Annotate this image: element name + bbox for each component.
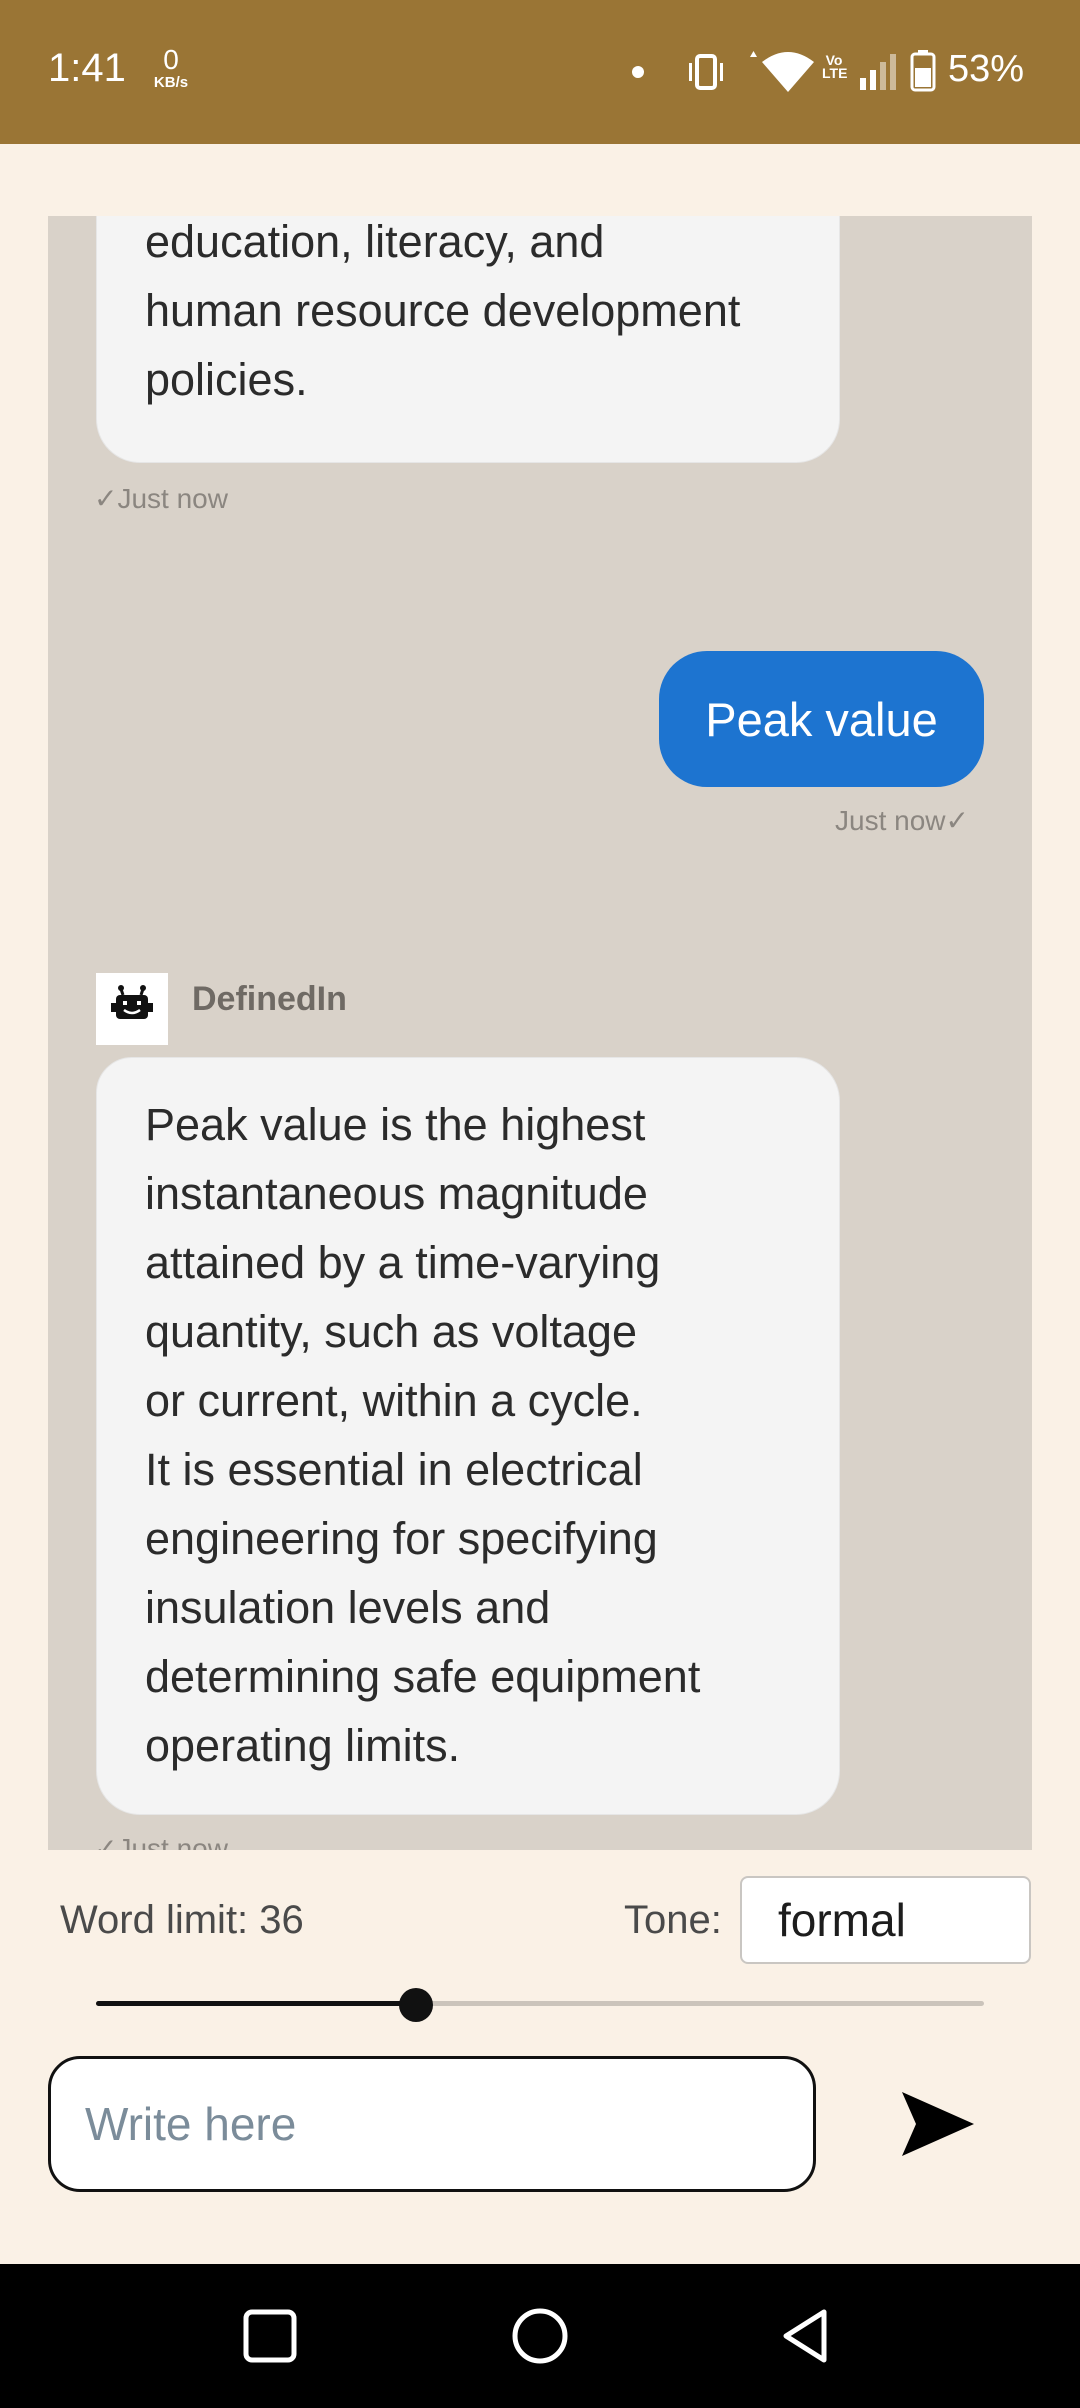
message-line: determining safe equipment [145, 1651, 701, 1702]
network-speed-unit: KB/s [153, 74, 189, 91]
square-icon[interactable] [238, 2304, 302, 2368]
slider-thumb[interactable] [398, 1988, 433, 2022]
status-time: 1:41 [48, 46, 126, 90]
user-message-bubble: Peak value [659, 651, 984, 787]
send-icon[interactable] [898, 2084, 978, 2164]
battery-icon [910, 50, 936, 92]
triangle-back-icon[interactable] [776, 2304, 840, 2368]
sender-name: DefinedIn [192, 980, 347, 1018]
volte-label: Vo LTE [822, 52, 848, 82]
bot-message-bubble: education, literacy, and human resource … [96, 216, 840, 463]
bot-message-bubble: Peak value is the highest instantaneous … [96, 1057, 840, 1815]
notification-dot-icon [632, 66, 644, 78]
circle-icon[interactable] [508, 2304, 572, 2368]
tone-label: Tone: [624, 1898, 722, 1942]
message-line: attained by a time-varying [145, 1237, 661, 1288]
message-line: Peak value is the highest [145, 1099, 646, 1150]
robot-icon [111, 985, 153, 1019]
message-line: quantity, such as voltage [145, 1306, 637, 1357]
message-line: education, literacy, and [145, 216, 605, 267]
vibrate-icon [689, 54, 723, 90]
message-line: insulation levels and [145, 1582, 551, 1633]
network-speed: 0 KB/s [146, 44, 196, 91]
message-line: It is essential in electrical [145, 1444, 643, 1495]
word-limit-slider[interactable] [96, 1988, 984, 2022]
message-input[interactable] [48, 2056, 816, 2192]
wifi-icon [750, 51, 814, 92]
chat-area[interactable]: education, literacy, and human resource … [48, 216, 1032, 1850]
tone-select[interactable]: formal [740, 1876, 1031, 1964]
bot-avatar [96, 973, 168, 1045]
message-line: policies. [145, 354, 308, 405]
signal-icon [860, 54, 896, 90]
status-bar: 1:41 0 KB/s Vo LTE 53% [0, 0, 1080, 144]
slider-fill [96, 2001, 416, 2006]
message-line: human resource development [145, 285, 741, 336]
network-speed-value: 0 [163, 44, 179, 75]
message-line: or current, within a cycle. [145, 1375, 643, 1426]
message-line: operating limits. [145, 1720, 461, 1771]
message-timestamp: ✓Just now [94, 1833, 228, 1850]
message-timestamp: ✓Just now [94, 483, 228, 514]
message-line: instantaneous magnitude [145, 1168, 648, 1219]
word-limit-label: Word limit: 36 [60, 1898, 304, 1942]
message-timestamp: Just now✓ [835, 805, 969, 836]
battery-percent: 53% [948, 48, 1025, 90]
navigation-bar [0, 2264, 1080, 2408]
message-line: engineering for specifying [145, 1513, 658, 1564]
